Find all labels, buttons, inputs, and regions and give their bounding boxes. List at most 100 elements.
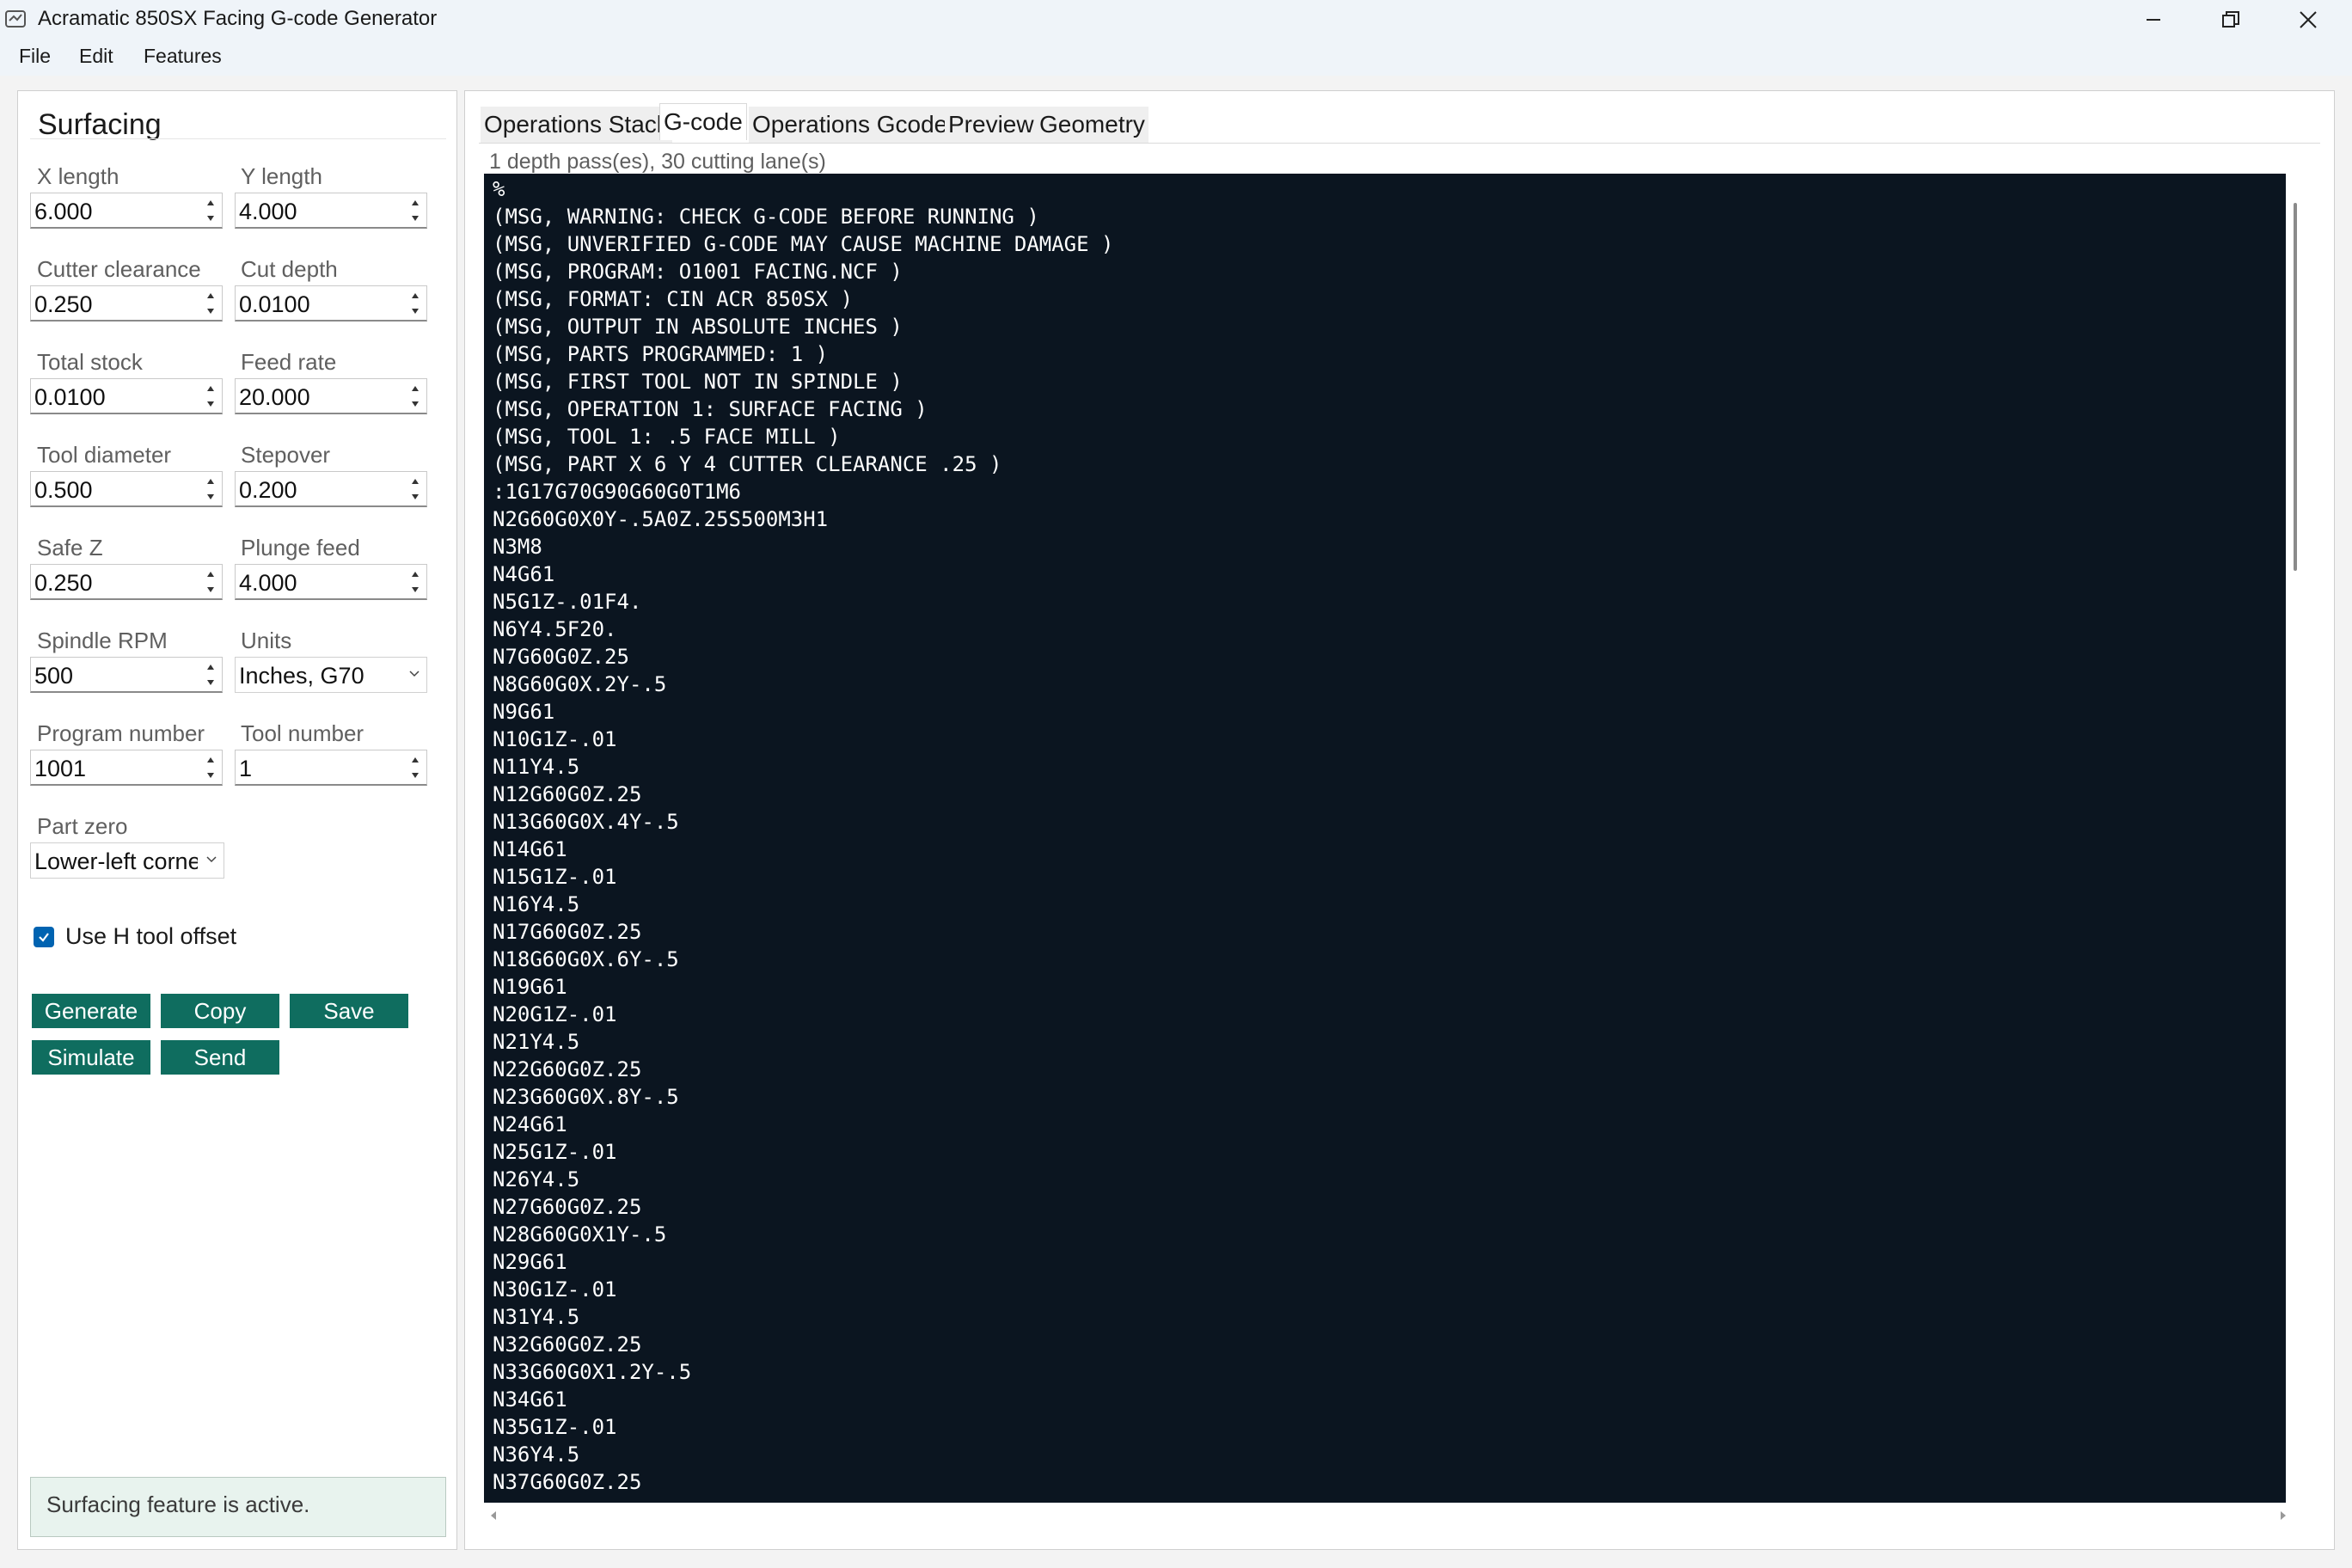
gcode-line: N28G60G0X1Y-.5 — [493, 1222, 667, 1246]
tab-operations-gcode[interactable]: Operations Gcode — [749, 107, 952, 143]
spin-up-icon[interactable] — [201, 567, 220, 582]
cut-depth-label: Cut depth — [241, 256, 338, 282]
spin-up-icon[interactable] — [201, 288, 220, 303]
menu-features[interactable]: Features — [144, 45, 222, 68]
tab-g-code[interactable]: G-code — [659, 103, 747, 140]
restore-button[interactable] — [2192, 0, 2269, 40]
gcode-line: N25G1Z-.01 — [493, 1140, 617, 1164]
gcode-line: N33G60G0X1.2Y-.5 — [493, 1360, 692, 1384]
program-number-value: 1001 — [34, 756, 87, 781]
feed-rate-input[interactable]: 20.000 — [235, 378, 427, 414]
cutter-clearance-input[interactable]: 0.250 — [30, 285, 223, 322]
spin-down-icon[interactable] — [406, 396, 425, 412]
scrollbar-thumb[interactable] — [2294, 203, 2297, 571]
gcode-line: N8G60G0X.2Y-.5 — [493, 672, 667, 696]
spin-up-icon[interactable] — [406, 381, 425, 396]
stepover-input[interactable]: 0.200 — [235, 471, 427, 507]
x-length-input[interactable]: 6.000 — [30, 193, 223, 229]
gcode-line: N10G1Z-.01 — [493, 727, 617, 751]
close-button[interactable] — [2269, 0, 2347, 40]
units-value: Inches, G70 — [239, 663, 364, 689]
gcode-line: N18G60G0X.6Y-.5 — [493, 947, 679, 971]
spin-down-icon[interactable] — [406, 489, 425, 505]
spin-up-icon[interactable] — [201, 474, 220, 489]
menu-edit[interactable]: Edit — [79, 45, 113, 68]
x-length-label: X length — [37, 163, 119, 189]
spin-up-icon[interactable] — [201, 381, 220, 396]
spin-up-icon[interactable] — [406, 567, 425, 582]
program-number-label: Program number — [37, 720, 205, 746]
y-length-label: Y length — [241, 163, 322, 189]
panel-title: Surfacing — [38, 108, 162, 141]
scroll-right-icon[interactable] — [2279, 1510, 2288, 1521]
spin-down-icon[interactable] — [201, 211, 220, 226]
cut-depth-value: 0.0100 — [239, 291, 310, 317]
spin-down-icon[interactable] — [201, 675, 220, 690]
spin-up-icon[interactable] — [406, 195, 425, 211]
total-stock-input[interactable]: 0.0100 — [30, 378, 223, 414]
gcode-line: N17G60G0Z.25 — [493, 920, 642, 944]
status-box: Surfacing feature is active. — [30, 1477, 446, 1537]
tool-number-input[interactable]: 1 — [235, 750, 427, 786]
x-length-value: 6.000 — [34, 199, 93, 224]
gcode-line: N14G61 — [493, 837, 567, 861]
spindle-rpm-input[interactable]: 500 — [30, 657, 223, 693]
gcode-line: N15G1Z-.01 — [493, 865, 617, 889]
spin-up-icon[interactable] — [201, 659, 220, 675]
cut-depth-input[interactable]: 0.0100 — [235, 285, 427, 322]
spin-down-icon[interactable] — [406, 768, 425, 783]
gcode-line: :1G17G70G90G60G0T1M6 — [493, 480, 741, 504]
spin-down-icon[interactable] — [201, 303, 220, 319]
minimize-icon — [2147, 19, 2160, 21]
spin-down-icon[interactable] — [201, 582, 220, 597]
chevron-down-icon — [206, 856, 217, 863]
gcode-line: (MSG, OPERATION 1: SURFACE FACING ) — [493, 397, 928, 421]
tool-diameter-input[interactable]: 0.500 — [30, 471, 223, 507]
minimize-button[interactable] — [2115, 0, 2192, 40]
gcode-line: (MSG, UNVERIFIED G-CODE MAY CAUSE MACHIN… — [493, 232, 1114, 256]
spin-down-icon[interactable] — [201, 489, 220, 505]
horizontal-scrollbar[interactable] — [484, 1505, 2306, 1526]
spin-down-icon[interactable] — [406, 303, 425, 319]
y-length-input[interactable]: 4.000 — [235, 193, 427, 229]
gcode-line: N23G60G0X.8Y-.5 — [493, 1085, 679, 1109]
spin-up-icon[interactable] — [406, 474, 425, 489]
spin-up-icon[interactable] — [201, 752, 220, 768]
spin-down-icon[interactable] — [406, 211, 425, 226]
units-select[interactable]: Inches, G70 — [235, 657, 427, 693]
use-h-offset-checkbox[interactable] — [34, 927, 54, 947]
gcode-line: % — [493, 177, 505, 201]
gcode-lines: % (MSG, WARNING: CHECK G-CODE BEFORE RUNN… — [493, 175, 1113, 1496]
tab-preview[interactable]: Preview — [945, 107, 1038, 143]
program-number-input[interactable]: 1001 — [30, 750, 223, 786]
menu-file[interactable]: File — [19, 45, 51, 68]
copy-button[interactable]: Copy — [161, 994, 279, 1028]
gcode-line: N7G60G0Z.25 — [493, 645, 629, 669]
y-length-value: 4.000 — [239, 199, 297, 224]
tab-geometry[interactable]: Geometry — [1036, 107, 1148, 143]
send-button[interactable]: Send — [161, 1040, 279, 1075]
use-h-offset-label[interactable]: Use H tool offset — [65, 923, 236, 950]
plunge-feed-input[interactable]: 4.000 — [235, 564, 427, 600]
vertical-scrollbar[interactable] — [2286, 174, 2306, 1503]
spin-down-icon[interactable] — [201, 396, 220, 412]
spin-up-icon[interactable] — [406, 752, 425, 768]
spin-up-icon[interactable] — [201, 195, 220, 211]
spin-up-icon[interactable] — [406, 288, 425, 303]
scroll-left-icon[interactable] — [489, 1510, 498, 1521]
cutter-clearance-label: Cutter clearance — [37, 256, 201, 282]
total-stock-value: 0.0100 — [34, 384, 106, 410]
safe-z-input[interactable]: 0.250 — [30, 564, 223, 600]
simulate-button[interactable]: Simulate — [32, 1040, 150, 1075]
gcode-line: N30G1Z-.01 — [493, 1277, 617, 1302]
save-button[interactable]: Save — [290, 994, 408, 1028]
generate-button[interactable]: Generate — [32, 994, 150, 1028]
spin-down-icon[interactable] — [406, 582, 425, 597]
gcode-text-area[interactable]: % (MSG, WARNING: CHECK G-CODE BEFORE RUNN… — [484, 174, 2286, 1503]
gcode-line: N3M8 — [493, 535, 542, 559]
cutter-clearance-value: 0.250 — [34, 291, 93, 317]
spin-down-icon[interactable] — [201, 768, 220, 783]
status-text: Surfacing feature is active. — [46, 1491, 310, 1517]
part-zero-select[interactable]: Lower-left corner — [30, 842, 224, 879]
tab-operations-stack[interactable]: Operations Stack — [481, 107, 672, 143]
